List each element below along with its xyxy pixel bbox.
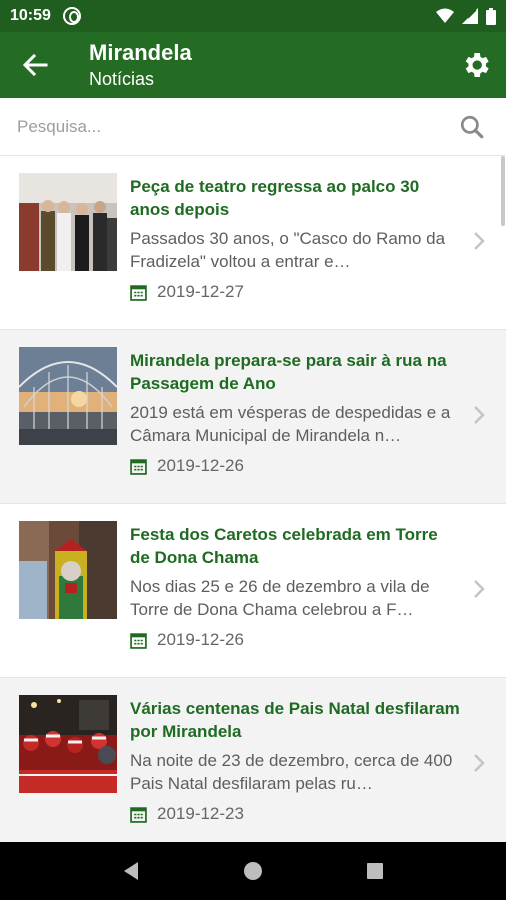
news-date: 2019-12-26: [130, 456, 460, 476]
calendar-icon: [130, 632, 147, 649]
wifi-icon: [436, 8, 454, 23]
news-list: Peça de teatro regressa ao palco 30 anos…: [0, 156, 506, 842]
news-text: Festa dos Caretos celebrada em Torre de …: [130, 523, 460, 650]
news-excerpt: Na noite de 23 de dezembro, cerca de 400…: [130, 751, 453, 793]
app-title: Mirandela: [89, 40, 192, 65]
news-date-text: 2019-12-26: [157, 456, 244, 475]
chevron-right-icon: [474, 754, 485, 772]
calendar-icon: [130, 458, 147, 475]
news-date-text: 2019-12-27: [157, 282, 244, 301]
search-icon: [460, 115, 484, 138]
gear-icon[interactable]: [460, 49, 492, 81]
battery-icon: [486, 7, 496, 25]
app-subtitle: Notícias: [89, 69, 155, 89]
news-item[interactable]: Várias centenas de Pais Natal desfilaram…: [0, 678, 506, 842]
news-text: Mirandela prepara-se para sair à rua na …: [130, 349, 460, 476]
news-date-text: 2019-12-26: [157, 630, 244, 649]
home-circle-icon: [244, 862, 262, 880]
search-button[interactable]: [452, 107, 492, 147]
news-title: Peça de teatro regressa ao palco 30 anos…: [130, 177, 420, 219]
back-triangle-icon: [124, 862, 138, 880]
news-item[interactable]: Peça de teatro regressa ao palco 30 anos…: [0, 156, 506, 330]
news-title: Festa dos Caretos celebrada em Torre de …: [130, 525, 438, 567]
app-bar-titles: Mirandela Notícias: [89, 39, 192, 91]
nav-recents-button[interactable]: [360, 856, 390, 886]
list-scrollbar[interactable]: [501, 156, 505, 226]
nav-home-button[interactable]: [238, 856, 268, 886]
chevron-right-icon: [474, 232, 485, 250]
news-text: Peça de teatro regressa ao palco 30 anos…: [130, 175, 460, 302]
status-time: 10:59: [10, 7, 51, 24]
news-thumbnail: [19, 695, 117, 793]
chevron-right-icon: [474, 580, 485, 598]
news-date: 2019-12-23: [130, 804, 460, 824]
news-thumbnail: [19, 173, 117, 271]
news-text: Várias centenas de Pais Natal desfilaram…: [130, 697, 460, 824]
news-date: 2019-12-26: [130, 630, 460, 650]
news-date: 2019-12-27: [130, 282, 460, 302]
calendar-icon: [130, 284, 147, 301]
search-input[interactable]: [0, 98, 452, 155]
recents-square-icon: [367, 863, 383, 879]
system-nav-bar: [0, 842, 506, 900]
news-thumbnail: [19, 347, 117, 445]
search-bar: [0, 98, 506, 156]
news-date-text: 2019-12-23: [157, 804, 244, 823]
calendar-icon: [130, 806, 147, 823]
news-title: Mirandela prepara-se para sair à rua na …: [130, 351, 447, 393]
news-excerpt: 2019 está em vésperas de despedidas e a …: [130, 403, 451, 445]
news-excerpt: Nos dias 25 e 26 de dezembro a vila de T…: [130, 577, 430, 619]
sync-icon: [62, 7, 81, 25]
news-item[interactable]: Mirandela prepara-se para sair à rua na …: [0, 330, 506, 504]
nav-back-button[interactable]: [116, 856, 146, 886]
news-item[interactable]: Festa dos Caretos celebrada em Torre de …: [0, 504, 506, 678]
chevron-right-icon: [474, 406, 485, 424]
news-excerpt: Passados 30 anos, o "Casco do Ramo da Fr…: [130, 229, 446, 271]
signal-icon: [462, 8, 478, 24]
status-bar: 10:59: [0, 0, 506, 32]
arrow-back-icon[interactable]: [20, 50, 50, 80]
news-title: Várias centenas de Pais Natal desfilaram…: [130, 699, 460, 741]
app-bar: Mirandela Notícias: [0, 32, 506, 98]
news-thumbnail: [19, 521, 117, 619]
